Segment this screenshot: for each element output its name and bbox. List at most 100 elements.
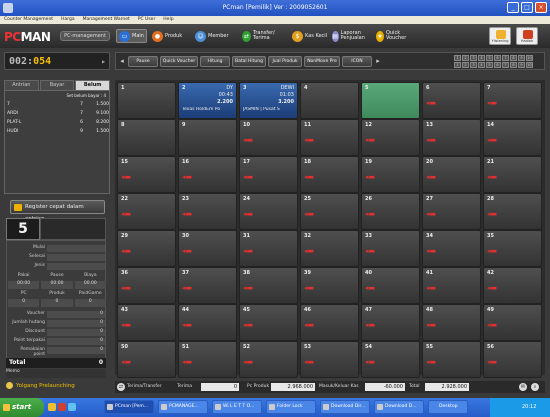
pc-seat[interactable]: 17 ◂▬: [239, 156, 298, 193]
pc-seat[interactable]: 52 ◂▬: [239, 341, 298, 378]
start-button[interactable]: start: [0, 398, 44, 417]
pc-seat[interactable]: 29 ◂▬: [117, 230, 176, 267]
pc-seat[interactable]: 50 ◂▬: [117, 341, 176, 378]
desktop-toolbar[interactable]: Desktop: [428, 400, 468, 414]
pc-seat[interactable]: 54 ◂▬: [361, 341, 420, 378]
pc-seat[interactable]: 41 ◂▬: [422, 267, 481, 304]
pc-seat[interactable]: 9: [178, 119, 237, 156]
ylistening-button[interactable]: Ylistening: [489, 27, 511, 45]
nav-transfer[interactable]: ⇄ Transfer/ Terima: [240, 29, 288, 43]
list-item[interactable]: HUDI 9 1.500: [7, 129, 109, 137]
key[interactable]: 10: [526, 55, 533, 61]
quicklaunch-icon[interactable]: [58, 403, 66, 411]
key[interactable]: 6: [494, 62, 501, 68]
register-queue-button[interactable]: Register cepat dalam antrian: [10, 200, 105, 222]
list-item[interactable]: 7 7 1.500: [7, 102, 109, 110]
pc-seat[interactable]: 1: [117, 82, 176, 119]
promo-banner[interactable]: Yolgang Prelaunching: [6, 382, 75, 389]
list-item[interactable]: PLAT-L 6 8.200: [7, 120, 109, 128]
menu-help[interactable]: Help: [159, 16, 177, 23]
jual-produk-button[interactable]: Jual Produk: [268, 56, 302, 67]
tab-belum-bayar[interactable]: Belum Bayar: [75, 80, 111, 97]
pc-seat[interactable]: 26 ◂▬: [361, 193, 420, 230]
pc-seat[interactable]: 14 ◂▬: [483, 119, 542, 156]
menu-management-warnet[interactable]: Management Warnet: [79, 16, 134, 23]
taskbar-item[interactable]: Download Dir...: [320, 400, 370, 414]
tab-bayar[interactable]: Bayar: [39, 80, 75, 90]
hadiah-button[interactable]: Hadiah: [516, 27, 538, 45]
pc-seat[interactable]: 55 ◂▬: [422, 341, 481, 378]
key[interactable]: 5: [486, 62, 493, 68]
voucher-field[interactable]: 0: [47, 311, 105, 318]
pc-seat[interactable]: 42 ◂▬: [483, 267, 542, 304]
key[interactable]: 3: [470, 55, 477, 61]
pc-seat[interactable]: 32 ◂▬: [300, 230, 359, 267]
taskbar-item[interactable]: Download D...: [374, 400, 424, 414]
quicklaunch-icon[interactable]: [68, 403, 76, 411]
pc-seat[interactable]: 3 DEWI 01:03 3.200 JASMIN | Pusat S: [239, 82, 298, 119]
quick-voucher-button[interactable]: Quick Voucher: [160, 56, 198, 67]
transfer-status-icon[interactable]: ⇄: [117, 383, 125, 391]
pc-seat[interactable]: 7 ◂▬: [483, 82, 542, 119]
pc-seat[interactable]: 18 ◂▬: [300, 156, 359, 193]
pc-seat[interactable]: 38 ◂▬: [239, 267, 298, 304]
pc-seat[interactable]: 15 ◂▬: [117, 156, 176, 193]
key[interactable]: 2: [462, 62, 469, 68]
pc-seat[interactable]: 33 ◂▬: [361, 230, 420, 267]
pc-seat[interactable]: 21 ◂▬: [483, 156, 542, 193]
key[interactable]: 6: [494, 55, 501, 61]
toolbar-left-arrow-icon[interactable]: ◂: [118, 56, 126, 67]
pc-seat[interactable]: 48 ◂▬: [422, 304, 481, 341]
pc-seat[interactable]: 34 ◂▬: [422, 230, 481, 267]
nav-quick-voucher[interactable]: ★ Quick Voucher: [374, 29, 414, 43]
pc-seat[interactable]: 12 ◂▬: [361, 119, 420, 156]
pc-seat[interactable]: 49 ◂▬: [483, 304, 542, 341]
nav-main[interactable]: ▭ Main: [116, 29, 147, 43]
taskbar-item[interactable]: Wi L E T T O...: [212, 400, 262, 414]
pc-seat[interactable]: 43 ◂▬: [117, 304, 176, 341]
discount-field[interactable]: 0: [47, 329, 105, 336]
pc-seat[interactable]: 6 ◂▬: [422, 82, 481, 119]
pc-seat[interactable]: 25 ◂▬: [300, 193, 359, 230]
pc-seat[interactable]: 53 ◂▬: [300, 341, 359, 378]
key[interactable]: 8: [510, 55, 517, 61]
pc-seat[interactable]: 24 ◂▬: [239, 193, 298, 230]
pc-seat[interactable]: 36 ◂▬: [117, 267, 176, 304]
hitung-button[interactable]: Hitung: [200, 56, 230, 67]
minimize-button[interactable]: _: [507, 2, 519, 13]
mode-label[interactable]: PC-management: [60, 31, 110, 41]
pc-seat[interactable]: 46 ◂▬: [300, 304, 359, 341]
nav-member[interactable]: ☺ Member: [193, 29, 231, 43]
key[interactable]: 9: [518, 62, 525, 68]
menu-pc-user[interactable]: PC User: [134, 16, 160, 23]
nav-produk[interactable]: ● Produk: [150, 29, 184, 43]
taskbar-item[interactable]: PCMANAGE...: [158, 400, 208, 414]
icon-button[interactable]: ICON: [342, 56, 372, 67]
pc-seat[interactable]: 10 ◂▬: [239, 119, 298, 156]
key[interactable]: 9: [518, 55, 525, 61]
nonmove-button[interactable]: NonMove Pre: [304, 56, 340, 67]
pc-seat[interactable]: 20 ◂▬: [422, 156, 481, 193]
pc-seat[interactable]: 5: [361, 82, 420, 119]
tab-antrian[interactable]: Antrian: [4, 80, 39, 90]
menu-counter-management[interactable]: Counter Management: [0, 16, 57, 23]
pc-seat[interactable]: 44 ◂▬: [178, 304, 237, 341]
pc-seat[interactable]: 11 ◂▬: [300, 119, 359, 156]
pc-seat[interactable]: 2 DY 00:43 2.200 Texas HoldEm Po: [178, 82, 237, 119]
hutang-field[interactable]: 0: [47, 320, 105, 327]
batal-hitung-button[interactable]: Batal Hitung: [232, 56, 266, 67]
close-button[interactable]: ×: [535, 2, 547, 13]
search-icon[interactable]: ⌕: [531, 383, 539, 391]
pc-seat[interactable]: 56 ◂▬: [483, 341, 542, 378]
pc-seat[interactable]: 31 ◂▬: [239, 230, 298, 267]
pc-seat[interactable]: 28 ◂▬: [483, 193, 542, 230]
pemakaian-point-field[interactable]: 0: [47, 347, 105, 354]
key[interactable]: 1: [454, 62, 461, 68]
taskbar-item-pcman[interactable]: PCman [Pem...: [104, 400, 154, 414]
key[interactable]: 2: [462, 55, 469, 61]
pc-seat[interactable]: 39 ◂▬: [300, 267, 359, 304]
pc-seat[interactable]: 22 ◂▬: [117, 193, 176, 230]
key[interactable]: 5: [486, 55, 493, 61]
pc-seat[interactable]: 30 ◂▬: [178, 230, 237, 267]
key[interactable]: 4: [478, 55, 485, 61]
